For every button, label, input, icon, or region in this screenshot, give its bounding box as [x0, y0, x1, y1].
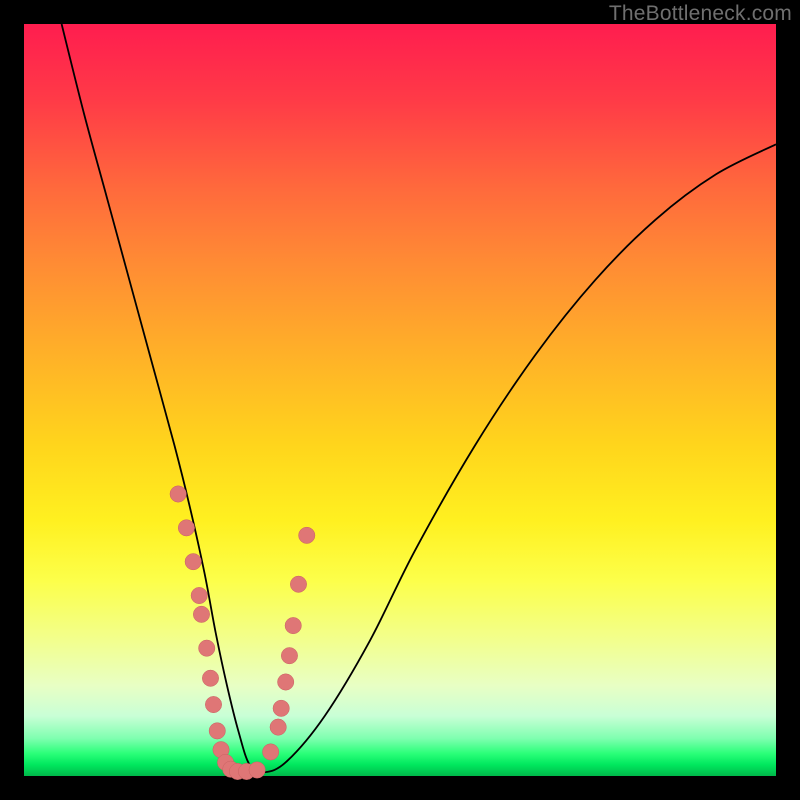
chart-svg	[24, 24, 776, 776]
watermark-text: TheBottleneck.com	[609, 2, 792, 26]
chart-frame	[24, 24, 776, 776]
marker-dot	[281, 647, 297, 663]
marker-dot	[290, 576, 306, 592]
marker-dot	[205, 696, 221, 712]
bottleneck-curve-path	[62, 24, 776, 772]
marker-dot	[285, 617, 301, 633]
marker-dot	[199, 640, 215, 656]
marker-dot	[191, 587, 207, 603]
marker-dot	[202, 670, 218, 686]
marker-dot	[273, 700, 289, 716]
marker-dot	[170, 486, 186, 502]
marker-dot	[193, 606, 209, 622]
marker-dot	[185, 553, 201, 569]
marker-dot	[270, 719, 286, 735]
marker-dot	[277, 674, 293, 690]
marker-dot	[299, 527, 315, 543]
marker-group	[170, 486, 315, 780]
marker-dot	[249, 762, 265, 778]
marker-dot	[209, 723, 225, 739]
marker-dot	[178, 520, 194, 536]
marker-dot	[262, 744, 278, 760]
